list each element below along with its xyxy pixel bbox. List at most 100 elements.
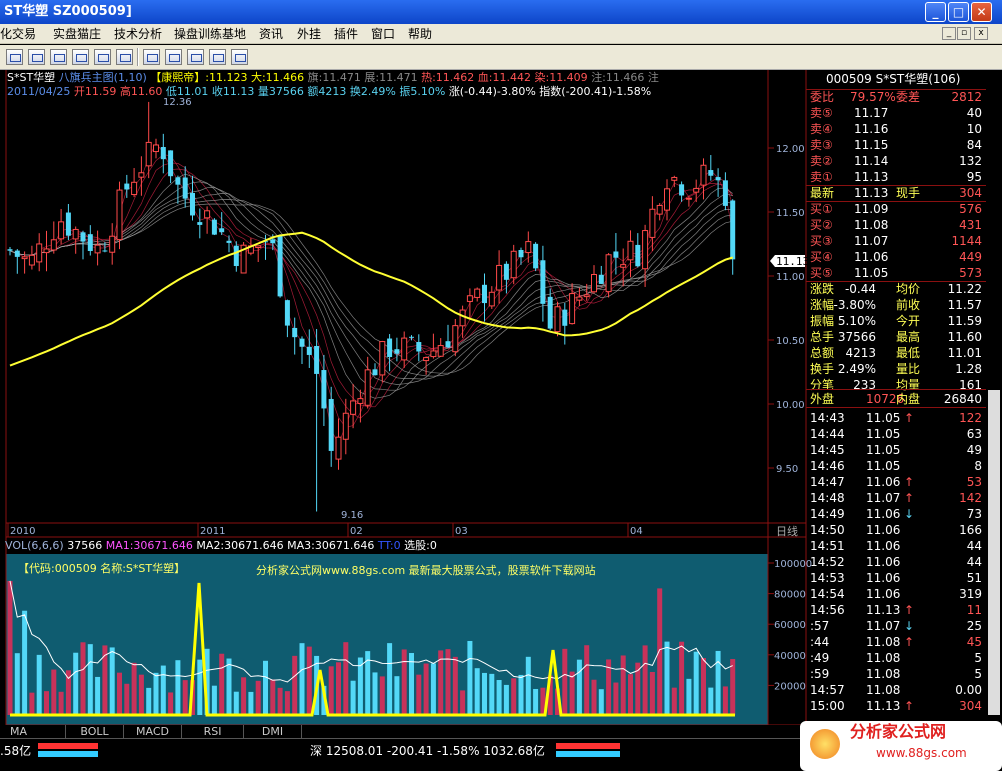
volume-bar <box>124 683 130 715</box>
candle <box>211 218 217 236</box>
maximize-button[interactable]: □ <box>948 2 969 22</box>
volume-bar <box>671 687 677 715</box>
book-icon[interactable] <box>6 49 23 65</box>
volume-bar <box>503 684 509 715</box>
volume-bar <box>394 676 400 715</box>
candle <box>533 242 539 272</box>
book-icon[interactable] <box>28 49 45 65</box>
stat-row: 振幅 5.10% 今开 11.59 <box>810 314 982 328</box>
people-icon[interactable] <box>72 49 89 65</box>
mdi-minimize-button[interactable]: _ <box>942 27 956 40</box>
volume-bar <box>168 692 174 715</box>
people-icon[interactable] <box>50 49 67 65</box>
volume-bar <box>620 655 626 715</box>
window-title: ST华塑 SZ000509] <box>4 4 132 19</box>
grid-icon[interactable] <box>187 49 204 65</box>
tick-row: 14:44 11.05 63 <box>810 427 982 441</box>
tick-row: 14:53 11.06 51 <box>810 571 982 585</box>
volume-bar <box>649 671 655 715</box>
tick-row: 14:51 11.06 44 <box>810 539 982 553</box>
tab-dmi[interactable]: DMI <box>244 725 302 738</box>
volume-bar <box>29 692 35 715</box>
menu-plugins[interactable]: 插件 <box>334 24 358 44</box>
tick-row: :59 11.08 5 <box>810 667 982 681</box>
outer-inner-row: 外盘 10726 内盘 26840 <box>810 392 982 406</box>
latest-price-row: 最新 11.13 现手 304 <box>810 186 982 200</box>
sell-row: 卖① 11.13 95 <box>810 170 982 184</box>
order-ratio-row: 委比 79.57% 委差 2812 <box>810 90 982 104</box>
mdi-close-button[interactable]: x <box>974 27 988 40</box>
volume-bar <box>496 680 502 715</box>
volume-bar <box>350 680 356 715</box>
scrollbar[interactable] <box>988 390 1000 715</box>
candle <box>116 181 123 250</box>
tab-ma[interactable]: MA <box>10 725 66 738</box>
tick-row: 14:46 11.05 8 <box>810 459 982 473</box>
grid-icon[interactable] <box>143 49 160 65</box>
volume-bar <box>211 685 217 715</box>
volume-bar <box>117 672 122 715</box>
volume-bar <box>255 680 261 715</box>
volume-bar <box>423 663 429 715</box>
volume-bar <box>109 647 115 715</box>
volume-bar <box>44 691 49 715</box>
menu-shipan[interactable]: 实盘猫庄 <box>53 24 101 44</box>
grid-icon[interactable] <box>165 49 182 65</box>
status-left: .58亿 <box>0 744 32 758</box>
volume-bar <box>22 610 28 715</box>
volume-bar <box>51 669 57 715</box>
tab-rsi[interactable]: RSI <box>182 725 244 738</box>
volume-bar <box>14 653 20 715</box>
close-button[interactable]: ✕ <box>971 2 992 22</box>
volume-bar <box>657 588 663 715</box>
sell-row: 卖④ 11.16 10 <box>810 122 982 136</box>
volume-bar <box>569 671 575 715</box>
volume-bar <box>80 642 86 715</box>
volume-bar <box>460 690 466 715</box>
period-label: 日线 <box>776 524 798 538</box>
volume-bar <box>131 662 137 715</box>
menu-window[interactable]: 窗口 <box>371 24 395 44</box>
volume-bar <box>328 666 334 715</box>
menu-news[interactable]: 资讯 <box>259 24 283 44</box>
tick-row: 14:50 11.06 166 <box>810 523 982 537</box>
volume-axis-label: 20000 <box>774 681 806 692</box>
buy-row: 买⑤ 11.05 573 <box>810 266 982 280</box>
volume-bar <box>58 691 64 715</box>
mdi-restore-button[interactable]: ▫ <box>957 27 971 40</box>
menu-training[interactable]: 操盘训练基地 <box>174 24 246 44</box>
tick-row: 14:43 11.05 ↑ 122 <box>810 411 982 425</box>
volume-bar <box>613 682 619 715</box>
menu-trade[interactable]: 化交易 <box>0 24 36 44</box>
tab-boll[interactable]: BOLL <box>66 725 124 738</box>
volume-bar <box>284 691 290 715</box>
volume-bar <box>146 687 152 715</box>
sell-row: 卖② 11.14 132 <box>810 154 982 168</box>
volume-bar <box>722 686 728 715</box>
tab-macd[interactable]: MACD <box>124 725 182 738</box>
volume-info-line: VOL(6,6,6) 37566 MA1:30671.646 MA2:30671… <box>5 539 437 552</box>
grid-icon[interactable] <box>209 49 226 65</box>
sell-row: 卖⑤ 11.17 40 <box>810 106 982 120</box>
volume-bar <box>642 645 648 715</box>
tick-row: 14:54 11.06 319 <box>810 587 982 601</box>
pen-icon[interactable] <box>94 49 111 65</box>
menu-help[interactable]: 帮助 <box>408 24 432 44</box>
volume-bar <box>576 659 582 715</box>
tick-row: 15:00 11.13 ↑ 304 <box>810 699 982 713</box>
menu-plugin-ext[interactable]: 外挂 <box>297 24 321 44</box>
chart-icon[interactable] <box>231 49 248 65</box>
wrench-icon[interactable] <box>116 49 133 65</box>
volume-bar <box>533 688 539 715</box>
volume-bar <box>598 689 604 715</box>
volume-bar <box>233 691 239 715</box>
volume-bar <box>182 680 188 715</box>
volume-bar <box>219 653 225 715</box>
volume-bar <box>452 656 458 715</box>
price-axis-label: 12.00 <box>776 144 805 155</box>
minimize-button[interactable]: _ <box>925 2 946 22</box>
volume-bar <box>401 649 407 715</box>
menu-analysis[interactable]: 技术分析 <box>114 24 162 44</box>
sell-row: 卖③ 11.15 84 <box>810 138 982 152</box>
quote-panel: 000509 S*ST华塑(106) 委比 79.57% 委差 2812 卖⑤ 1… <box>806 70 1002 715</box>
